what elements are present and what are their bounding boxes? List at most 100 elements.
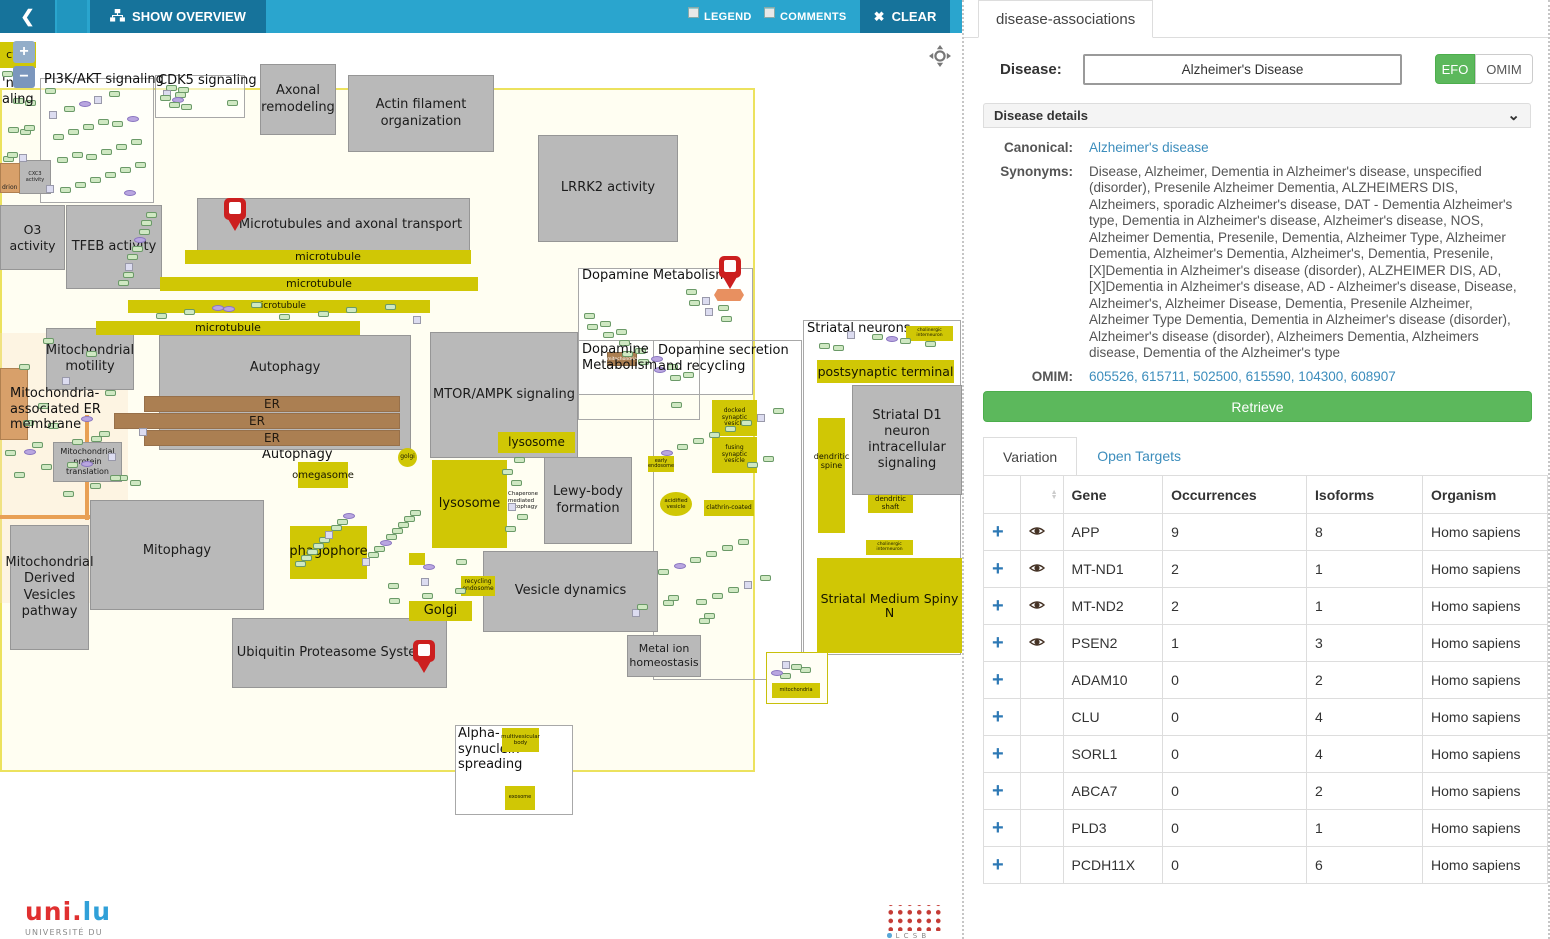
zoom-out-button[interactable]: − [13,66,35,88]
map-pin-microtubules[interactable] [224,198,246,220]
retrieve-button[interactable]: Retrieve [983,391,1532,422]
pathway-axonal-remodeling[interactable]: Axonal remodeling [260,64,336,135]
show-overview-button[interactable]: SHOW OVERVIEW [90,0,266,33]
molecule-node [773,408,784,414]
lysosome-box[interactable]: lysosome [432,460,507,548]
pathway-map-canvas[interactable]: + − cyte 'nt aling PI3K/AKT signaling CD… [0,33,962,939]
recycling-endosome-box[interactable]: recycling endosome [461,576,495,596]
er-bar[interactable]: ER [144,396,400,412]
pathway-vesicle-dynamics[interactable]: Vesicle dynamics [483,551,658,632]
multivesicular-body-box[interactable]: multivesicular body [502,728,539,752]
map-pin-dopamine[interactable] [719,256,741,278]
molecule-node [127,116,139,122]
tab-open-targets[interactable]: Open Targets [1097,448,1181,464]
eye-icon[interactable] [1029,635,1045,651]
sort-icon[interactable]: ▲▼ [1051,490,1058,500]
dendritic-shaft-box[interactable]: dendritic shaft [868,495,913,513]
collapse-toolbar-button[interactable] [57,0,87,33]
omegasome-box[interactable]: omegasome [298,462,348,488]
pathway-mitophagy[interactable]: Mitophagy [90,500,264,610]
zoom-in-button[interactable]: + [13,41,35,63]
add-gene-button[interactable]: + [992,559,1004,579]
col-organism[interactable]: Organism [1423,476,1548,514]
legend-checkbox[interactable] [688,7,699,18]
striatal-msn-box[interactable]: Striatal Medium Spiny N [817,558,962,653]
efo-button[interactable]: EFO [1435,54,1475,84]
pathway-striatal-d1[interactable]: Striatal D1 neuron intracellular signali… [852,385,962,495]
clear-label: CLEAR [892,9,937,24]
pan-crosshair-icon[interactable] [929,45,951,71]
microtubule-bar[interactable]: microtubule [160,277,478,291]
molecule-node [5,450,16,456]
pathway-actin-filament[interactable]: Actin filament organization [348,75,494,152]
pathway-lewy-body[interactable]: Lewy-body formation [544,457,632,544]
mitochondrion-fragment[interactable]: drion [0,163,20,193]
lcsb-blue-dot [887,933,892,938]
golgi-bar[interactable]: Golgi [409,601,472,621]
disease-input[interactable] [1083,54,1402,85]
golgi-circle[interactable]: golgi [398,448,417,467]
add-gene-button[interactable]: + [992,855,1004,875]
add-gene-button[interactable]: + [992,781,1004,801]
eye-icon[interactable] [1029,561,1045,577]
molecule-node [721,316,732,322]
eye-icon[interactable] [1029,598,1045,614]
tab-variation[interactable]: Variation [983,437,1077,475]
omim-links[interactable]: 605526, 615711, 502500, 615590, 104300, … [1089,369,1396,384]
isoforms-cell: 2 [1307,773,1423,810]
omim-button[interactable]: OMIM [1475,54,1533,84]
pathway-mdv[interactable]: Mitochondrial Derived Vesicles pathway [10,525,89,650]
acidified-vesicle-oval[interactable]: acidified vesicle [660,492,692,516]
add-gene-button[interactable]: + [992,596,1004,616]
organism-cell: Homo sapiens [1423,625,1548,662]
chevron-down-icon[interactable]: ⌄ [1507,111,1520,121]
disease-details-header[interactable]: Disease details ⌄ [983,103,1531,128]
molecule-node [45,88,56,94]
col-isoforms[interactable]: Isoforms [1307,476,1423,514]
er-bar[interactable]: ER [144,430,400,446]
gene-table-header-row: ▲▼ Gene Occurrences Isoforms Organism [984,476,1548,514]
lysosome-bar[interactable]: lysosome [498,432,575,453]
add-gene-button[interactable]: + [992,818,1004,838]
add-gene-button[interactable]: + [992,707,1004,727]
clear-button[interactable]: ✖ CLEAR [860,0,950,33]
molecule-node [398,522,409,528]
dendritic-spine-box[interactable]: dendritic spine [818,418,845,533]
mitochondria-label-box[interactable]: mitochondria [772,683,820,698]
molecule-node [19,364,30,370]
back-button[interactable]: ❮ [0,0,55,33]
map-pin-ups[interactable] [413,640,435,662]
pathway-metal-ion[interactable]: Metal ion homeostasis [627,635,701,677]
tab-disease-associations[interactable]: disease-associations [978,0,1153,38]
microtubule-bar[interactable]: microtubule [185,250,471,264]
reaction-hexagon[interactable] [714,289,744,301]
exosome-box[interactable]: exosome [505,786,535,810]
molecule-node [184,309,195,315]
cholinergic-interneuron-box[interactable]: cholinergic interneuron [906,326,953,341]
add-gene-button[interactable]: + [992,522,1004,542]
pathway-mitochondrial-motility[interactable]: Mitochondrial motility [46,328,134,390]
col-visibility[interactable]: ▲▼ [1020,476,1063,514]
postsynaptic-terminal-bar[interactable]: postsynaptic terminal [817,360,954,383]
gene-cell: MT-ND2 [1063,588,1163,625]
add-gene-button[interactable]: + [992,633,1004,653]
canonical-link[interactable]: Alzheimer's disease [1089,140,1209,155]
col-occurrences[interactable]: Occurrences [1163,476,1307,514]
striatal-neurons-label: Striatal neurons [807,321,911,336]
clathrin-coated-box[interactable]: clathrin-coated [704,500,754,516]
small-yellow-node[interactable] [409,553,425,565]
col-gene[interactable]: Gene [1063,476,1163,514]
molecule-node [410,510,421,516]
comments-checkbox[interactable] [764,7,775,18]
microtubule-bar[interactable]: microtubule [96,321,360,335]
pathway-lrrk2[interactable]: LRRK2 activity [538,135,678,242]
add-gene-button[interactable]: + [992,744,1004,764]
add-gene-button[interactable]: + [992,670,1004,690]
occurrences-cell: 0 [1163,773,1307,810]
early-endosome-box[interactable]: early endosome [648,456,674,472]
cholinergic-interneuron-box[interactable]: cholinergic interneuron [866,540,913,555]
mam-label[interactable]: Mitochondria-associated ER membrane [10,386,162,433]
molecule-node [86,351,97,357]
pathway-foxo3[interactable]: O3 activity [0,205,65,270]
eye-icon[interactable] [1029,524,1045,540]
